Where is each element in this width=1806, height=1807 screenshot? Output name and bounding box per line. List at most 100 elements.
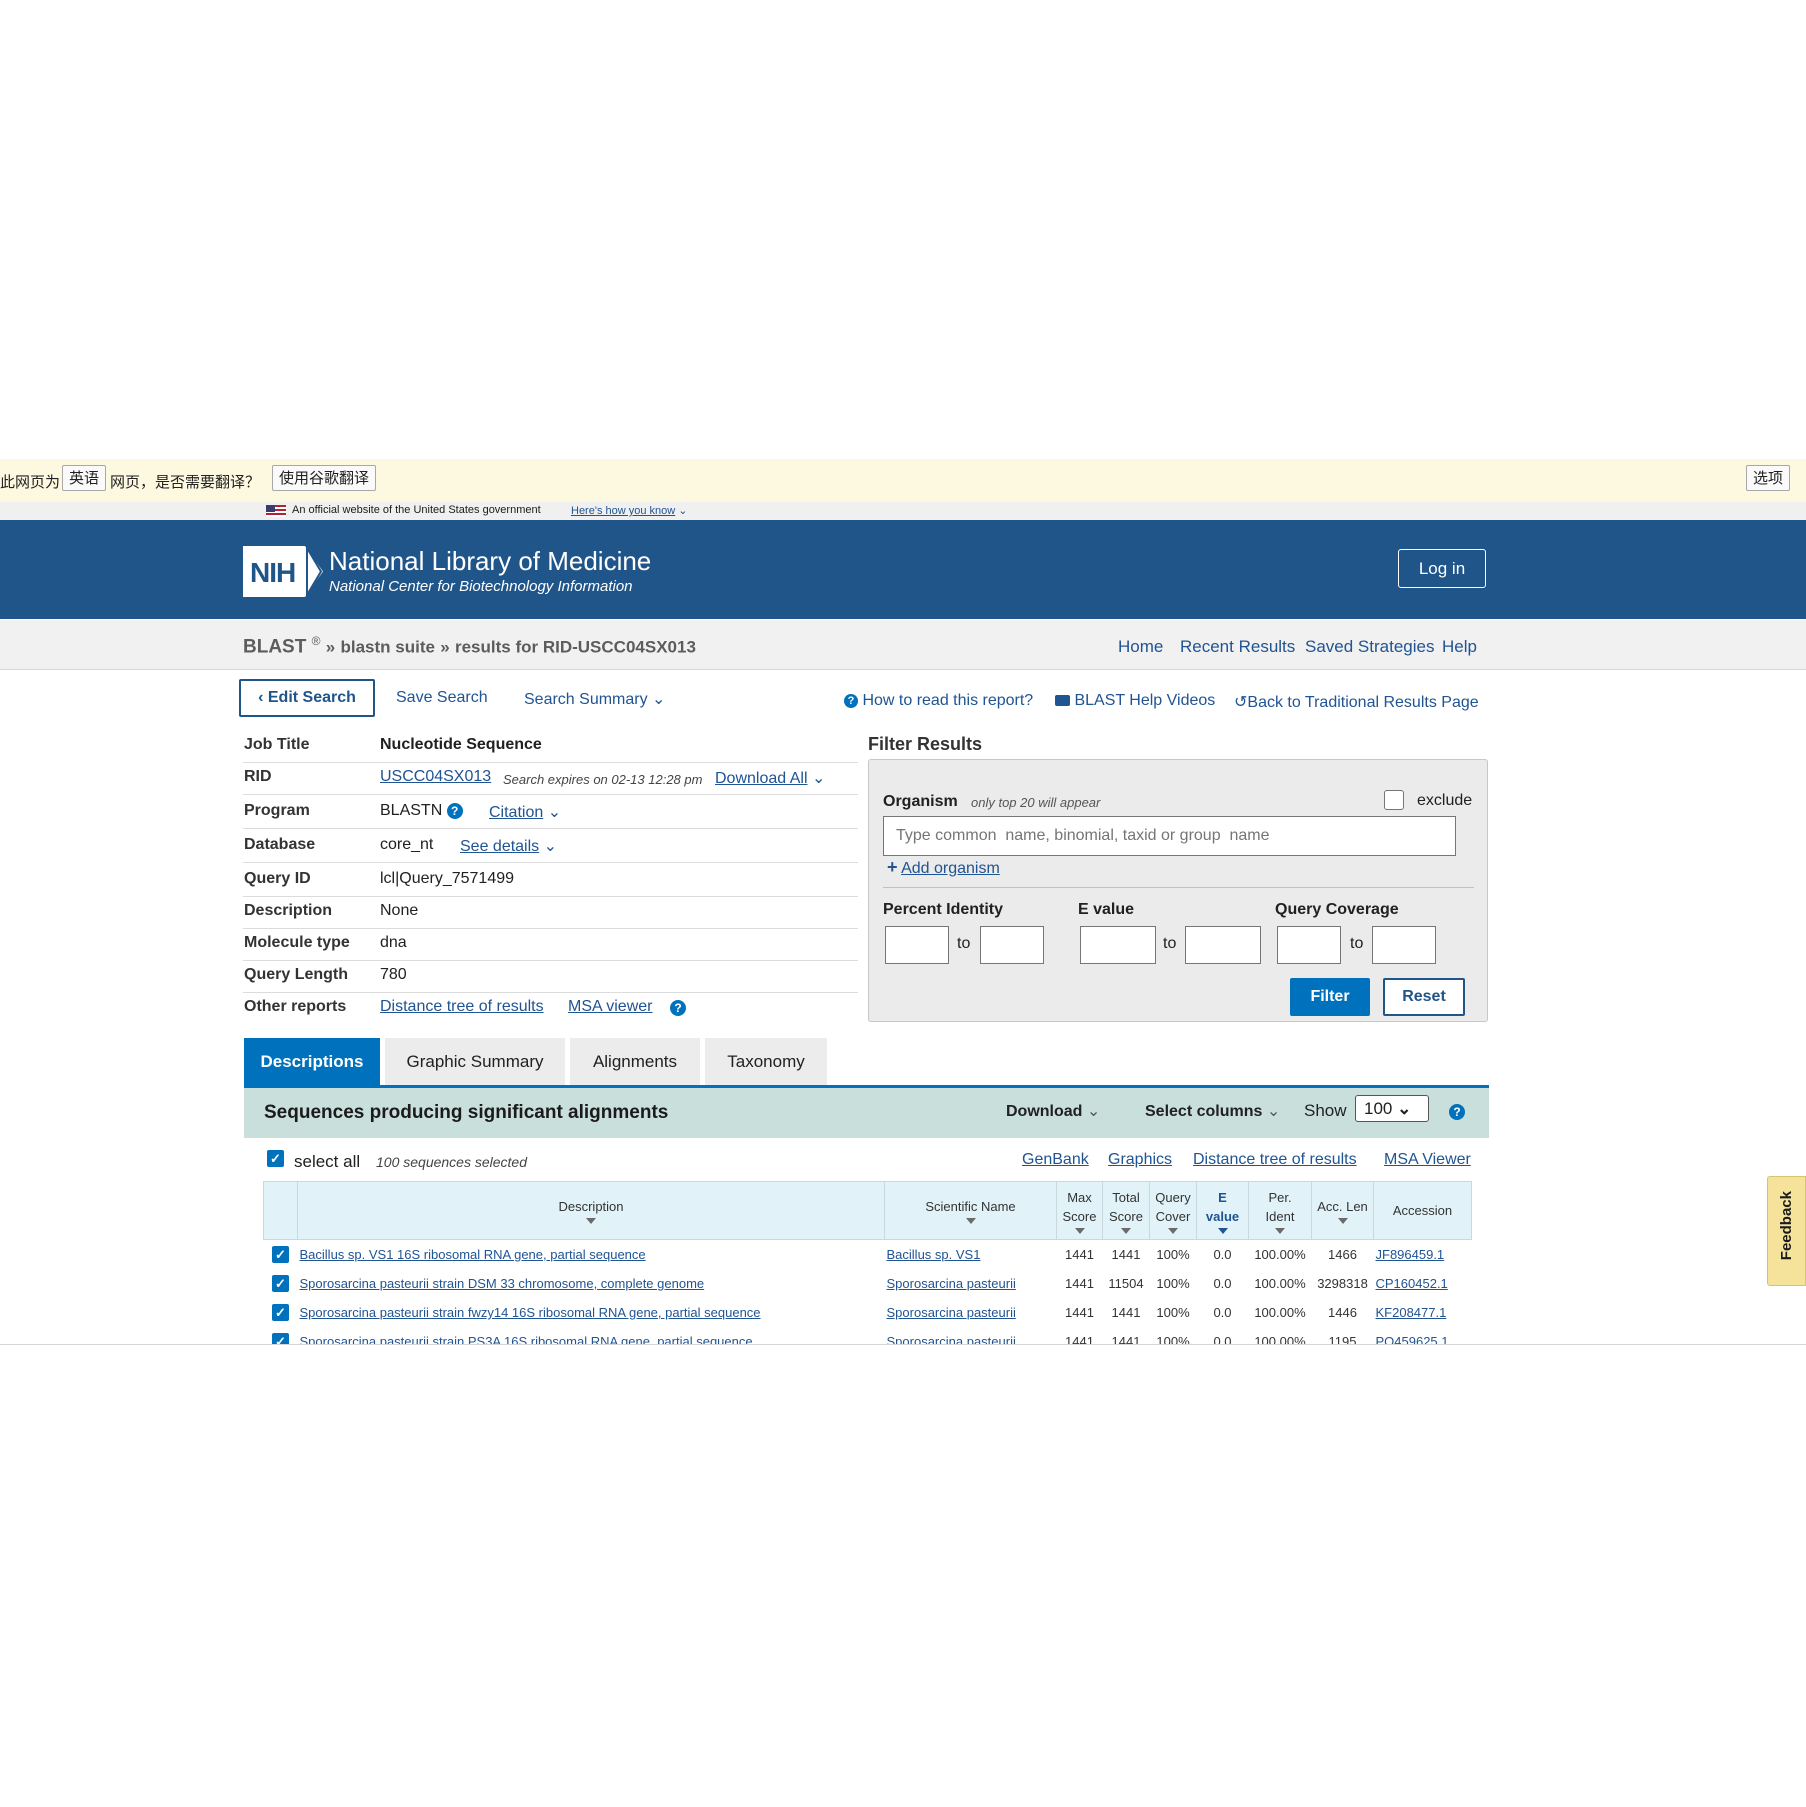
tab-alignments[interactable]: Alignments [570,1038,700,1085]
genbank-link[interactable]: GenBank [1022,1151,1089,1169]
query-coverage-max-input[interactable] [1372,926,1436,964]
scientific-name-link[interactable]: Sporosarcina pasteurii [887,1276,1016,1291]
gov-banner: An official website of the United States… [0,502,1806,520]
help-videos-link[interactable]: BLAST Help Videos [1055,692,1215,710]
filter-button[interactable]: Filter [1290,978,1370,1016]
how-to-read-link[interactable]: ? How to read this report? [844,692,1033,710]
select-columns-dropdown[interactable]: Select columns ⌄ [1145,1101,1280,1121]
accession-column-header[interactable]: Accession [1373,1181,1472,1240]
breadcrumb-suite[interactable]: blastn suite [340,637,434,656]
back-traditional-link[interactable]: ↺Back to Traditional Results Page [1234,692,1479,712]
description-link[interactable]: Sporosarcina pasteurii strain DSM 33 chr… [300,1276,705,1291]
description-column-header[interactable]: Description [297,1181,885,1240]
download-dropdown[interactable]: Download ⌄ [1006,1101,1100,1121]
per-ident-column-header[interactable]: Per. Ident [1248,1181,1312,1240]
nav-help[interactable]: Help [1442,637,1477,657]
scientific-name-column-header[interactable]: Scientific Name [884,1181,1057,1240]
help-icon[interactable]: ? [1449,1104,1465,1120]
source-language-button[interactable]: 英语 [62,465,107,491]
percent-identity-min-input[interactable] [885,926,949,964]
msa-viewer-link[interactable]: MSA Viewer [1384,1151,1471,1169]
query-coverage-min-input[interactable] [1277,926,1341,964]
percent-identity-max-input[interactable] [980,926,1044,964]
login-button[interactable]: Log in [1398,549,1486,588]
scientific-name-cell: Sporosarcina pasteurii [885,1298,1057,1327]
query-length-label: Query Length [244,966,349,983]
description-link[interactable]: Bacillus sp. VS1 16S ribosomal RNA gene,… [300,1247,646,1262]
evalue-min-input[interactable] [1080,926,1156,964]
accession-link[interactable]: JF896459.1 [1376,1247,1445,1262]
nav-saved-strategies[interactable]: Saved Strategies [1305,637,1434,657]
nav-recent-results[interactable]: Recent Results [1180,637,1295,657]
row-checkbox[interactable]: ✓ [272,1246,289,1264]
info-row-database: Database core_nt See details ⌄ [243,831,858,863]
accession-cell: CP160452.1 [1374,1269,1472,1298]
info-row-job-title: Job Title Nucleotide Sequence [243,731,858,763]
translate-bar: 此网页为 英语 网页，是否需要翻译？ 使用谷歌翻译 选项 [0,459,1806,503]
tab-descriptions[interactable]: Descriptions [244,1038,380,1085]
translate-button[interactable]: 使用谷歌翻译 [272,465,377,491]
query-cover-column-header[interactable]: Query Cover [1149,1181,1197,1240]
question-icon: ? [844,693,858,708]
graphics-link[interactable]: Graphics [1108,1151,1172,1169]
translate-options-button[interactable]: 选项 [1746,465,1791,491]
us-flag-icon [266,505,286,517]
help-icon[interactable]: ? [446,802,463,819]
add-organism-link[interactable]: + Add organism [887,857,1000,878]
program-label: Program [244,802,310,819]
citation-toggle[interactable]: Citation ⌄ [489,802,561,822]
download-all-toggle[interactable]: Download All ⌄ [715,768,825,788]
see-details-toggle[interactable]: See details ⌄ [460,836,557,856]
save-search-link[interactable]: Save Search [396,689,488,707]
site-subtitle: National Center for Biotechnology Inform… [329,578,633,595]
evalue-column-header[interactable]: Evalue [1196,1181,1249,1240]
distance-tree-link[interactable]: Distance tree of results [1193,1151,1357,1169]
tab-taxonomy[interactable]: Taxonomy [705,1038,827,1085]
site-title[interactable]: National Library of Medicine [329,546,651,577]
accession-link[interactable]: CP160452.1 [1376,1276,1448,1291]
evalue-max-input[interactable] [1185,926,1261,964]
reset-button[interactable]: Reset [1383,978,1465,1016]
gov-banner-link[interactable]: Here's how you know ⌄ [571,504,688,517]
show-count-select[interactable]: 100 ⌄ [1355,1095,1429,1122]
distance-tree-link[interactable]: Distance tree of results [380,998,544,1016]
range-to-label: to [957,935,971,952]
video-icon [1055,695,1070,707]
exclude-checkbox[interactable] [1384,790,1404,810]
organism-input[interactable] [883,816,1456,856]
select-all-checkbox[interactable]: ✓ [267,1150,284,1167]
feedback-label: Feedback [1778,1191,1795,1261]
molecule-value: dna [380,934,407,951]
chevron-down-icon: ⌄ [652,691,666,708]
max-score-column-header[interactable]: Max Score [1056,1181,1103,1240]
total-score-column-header[interactable]: Total Score [1102,1181,1150,1240]
tab-graphic-summary[interactable]: Graphic Summary [385,1038,565,1085]
nav-home[interactable]: Home [1118,637,1163,657]
range-to-label: to [1350,935,1364,952]
max-score-cell: 1441 [1065,1305,1094,1320]
results-header-bar: Sequences producing significant alignmen… [244,1088,1489,1138]
breadcrumb-separator: » [440,637,450,657]
accession-cell: KF208477.1 [1374,1298,1472,1327]
breadcrumb-blast[interactable]: BLAST [243,636,306,657]
edit-search-button[interactable]: ‹ Edit Search [239,679,375,717]
row-checkbox[interactable]: ✓ [272,1304,289,1322]
search-summary-toggle[interactable]: Search Summary ⌄ [524,689,665,709]
accession-link[interactable]: KF208477.1 [1376,1305,1447,1320]
breadcrumb-bar: BLAST ® » blastn suite » results for RID… [0,620,1806,670]
translate-question: 网页，是否需要翻译？ [110,474,261,491]
feedback-tab[interactable]: Feedback [1767,1176,1806,1286]
description-link[interactable]: Sporosarcina pasteurii strain fwzy14 16S… [300,1305,761,1320]
description-cell: Sporosarcina pasteurii strain DSM 33 chr… [298,1269,885,1298]
evalue-label: E value [1078,901,1135,918]
scientific-name-link[interactable]: Bacillus sp. VS1 [887,1247,981,1262]
evalue-cell: 0.0 [1213,1305,1232,1320]
percent-identity-label: Percent Identity [883,901,1004,918]
help-icon[interactable]: ? [670,1000,686,1016]
acc-len-column-header[interactable]: Acc. Len [1311,1181,1374,1240]
rid-link[interactable]: USCC04SX013 [380,768,491,786]
row-checkbox[interactable]: ✓ [272,1275,289,1293]
chevron-down-icon: ⌄ [811,770,826,787]
msa-viewer-link[interactable]: MSA viewer [568,998,652,1016]
scientific-name-link[interactable]: Sporosarcina pasteurii [887,1305,1016,1320]
